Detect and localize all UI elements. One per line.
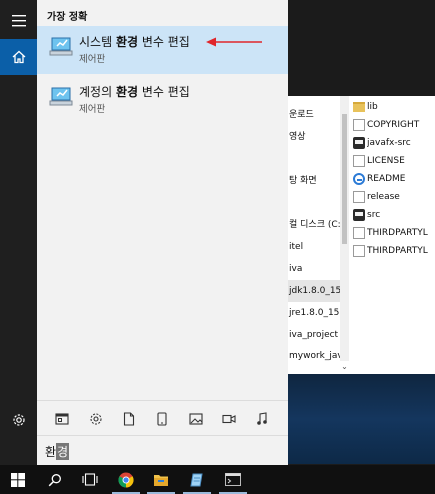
- device-filter-icon[interactable]: [153, 410, 171, 428]
- search-typed-text: 환: [45, 445, 57, 459]
- file-row[interactable]: src: [353, 206, 435, 224]
- nav-item-intel[interactable]: itel: [288, 236, 340, 258]
- best-match-result[interactable]: 시스템 환경 변수 편집 제어판: [37, 26, 288, 74]
- result-subtitle: 제어판: [79, 104, 106, 115]
- document-icon: [353, 155, 365, 167]
- internet-explorer-icon: [353, 173, 365, 185]
- windows-start-icon[interactable]: [0, 465, 36, 494]
- gear-icon[interactable]: [0, 402, 37, 438]
- settings-filter-icon[interactable]: [87, 410, 105, 428]
- search-icon[interactable]: [37, 465, 73, 494]
- taskbar: [0, 465, 435, 494]
- folder-icon: [353, 102, 365, 112]
- notepad-icon[interactable]: [179, 465, 215, 494]
- scroll-down-icon[interactable]: ⌄: [340, 360, 349, 374]
- hamburger-icon[interactable]: [0, 3, 37, 39]
- file-name: release: [367, 192, 400, 202]
- chrome-icon[interactable]: [108, 465, 144, 494]
- file-row[interactable]: THIRDPARTYL: [353, 242, 435, 260]
- control-panel-icon: [49, 86, 73, 108]
- document-icon: [353, 119, 365, 131]
- account-env-result[interactable]: 계정의 환경 변수 편집 제어판: [37, 76, 288, 124]
- file-list: lib COPYRIGHT javafx-src LICENSE README …: [353, 96, 435, 374]
- nav-item-mywork-java[interactable]: mywork_java: [288, 346, 340, 366]
- zip-icon: [353, 209, 365, 221]
- file-name: README: [367, 174, 406, 184]
- task-view-icon[interactable]: [72, 465, 108, 494]
- nav-item-desktop[interactable]: 탕 화면: [288, 170, 340, 192]
- desktop-wallpaper: [288, 374, 435, 464]
- nav-item-downloads[interactable]: 운로드: [288, 104, 340, 126]
- photos-filter-icon[interactable]: [187, 410, 205, 428]
- terminal-icon[interactable]: [215, 465, 251, 494]
- result-title: 계정의 환경 변수 편집: [79, 85, 190, 99]
- file-row[interactable]: lib: [353, 98, 435, 116]
- documents-filter-icon[interactable]: [120, 410, 138, 428]
- file-name: THIRDPARTYL: [367, 246, 428, 256]
- file-explorer-icon[interactable]: [143, 465, 179, 494]
- control-panel-icon: [49, 36, 73, 58]
- apps-filter-icon[interactable]: [53, 410, 71, 428]
- nav-item-java-project[interactable]: iva_project: [288, 324, 340, 346]
- nav-item-local-disk[interactable]: 컬 디스크 (C:): [288, 214, 340, 236]
- music-filter-icon[interactable]: [253, 410, 271, 428]
- search-filter-bar: [37, 400, 288, 435]
- result-subtitle: 제어판: [79, 54, 106, 65]
- file-name: THIRDPARTYL: [367, 228, 428, 238]
- file-name: LICENSE: [367, 156, 405, 166]
- nav-item-videos[interactable]: 영상: [288, 126, 340, 148]
- file-name: javafx-src: [367, 138, 411, 148]
- file-name: COPYRIGHT: [367, 120, 420, 130]
- file-row[interactable]: release: [353, 188, 435, 206]
- file-row[interactable]: LICENSE: [353, 152, 435, 170]
- result-title: 시스템 환경 변수 편집: [79, 35, 190, 49]
- zip-icon: [353, 137, 365, 149]
- document-icon: [353, 227, 365, 239]
- section-title: 가장 정확: [47, 12, 88, 23]
- document-icon: [353, 245, 365, 257]
- file-name: src: [367, 210, 381, 220]
- home-icon[interactable]: [0, 39, 37, 75]
- nav-scrollbar[interactable]: [340, 96, 349, 361]
- videos-filter-icon[interactable]: [220, 410, 238, 428]
- nav-item-java[interactable]: iva: [288, 258, 340, 280]
- search-box[interactable]: 환경: [37, 435, 288, 465]
- file-name: lib: [367, 102, 378, 112]
- search-results-panel: 가장 정확 시스템 환경 변수 편집 제어판 계정의 환경 변수 편집 제어판: [37, 0, 288, 465]
- file-row[interactable]: javafx-src: [353, 134, 435, 152]
- annotation-arrow-icon: [206, 37, 262, 47]
- file-row[interactable]: README: [353, 170, 435, 188]
- search-composing-char: 경: [56, 443, 70, 460]
- start-menu-rail: [0, 0, 37, 465]
- search-input[interactable]: 환경: [45, 443, 70, 460]
- file-row[interactable]: THIRDPARTYL: [353, 224, 435, 242]
- nav-item-jre[interactable]: jre1.8.0_151: [288, 302, 340, 324]
- scrollbar-thumb[interactable]: [342, 114, 347, 244]
- file-row[interactable]: COPYRIGHT: [353, 116, 435, 134]
- document-icon: [353, 191, 365, 203]
- file-explorer-window: 운로드 영상 탕 화면 컬 디스크 (C:) itel iva jdk1.8.0…: [288, 96, 435, 374]
- nav-item-jdk[interactable]: jdk1.8.0_151: [288, 280, 340, 302]
